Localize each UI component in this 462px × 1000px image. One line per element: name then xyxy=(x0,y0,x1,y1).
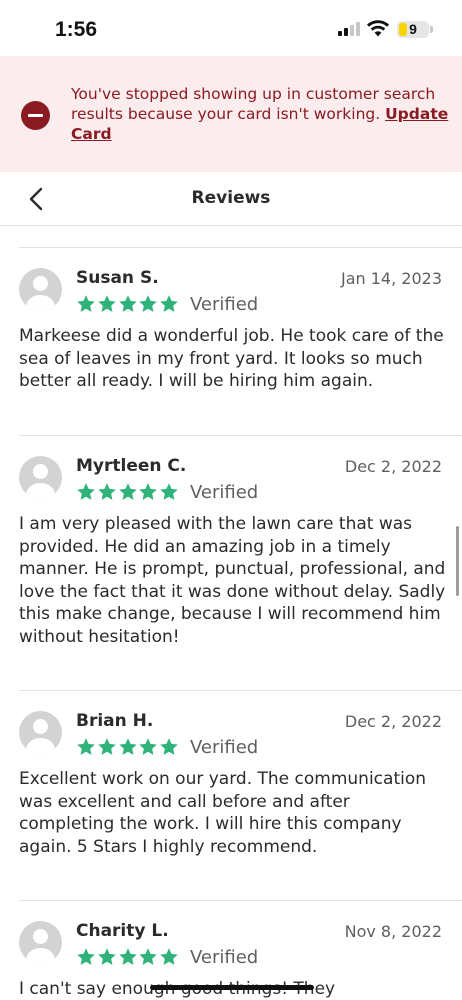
star-icon xyxy=(77,948,95,965)
signal-icon xyxy=(338,22,362,36)
star-icon xyxy=(98,295,116,312)
verified-label: Verified xyxy=(190,294,259,315)
scrollbar-thumb[interactable] xyxy=(456,526,459,596)
star-icon xyxy=(160,948,178,965)
star-icon xyxy=(77,483,95,500)
review-date: Nov 8, 2022 xyxy=(344,922,442,941)
star-icon xyxy=(118,483,137,500)
star-icon xyxy=(139,948,158,965)
verified-label: Verified xyxy=(190,737,259,758)
star-icon xyxy=(160,483,178,500)
avatar xyxy=(19,711,62,754)
reviewer-name: Susan S. xyxy=(76,268,159,288)
no-entry-icon xyxy=(21,101,50,130)
divider xyxy=(19,247,462,248)
divider xyxy=(19,690,462,691)
verified-label: Verified xyxy=(190,947,259,968)
review-date: Jan 14, 2023 xyxy=(341,269,442,288)
star-icon xyxy=(77,738,95,755)
verified-label: Verified xyxy=(190,482,259,503)
home-indicator[interactable] xyxy=(150,985,314,990)
battery-icon: 9 xyxy=(397,21,429,38)
review-date: Dec 2, 2022 xyxy=(344,457,442,476)
status-time: 1:56 xyxy=(55,18,98,41)
star-icon xyxy=(77,295,95,312)
reviewer-name: Myrtleen C. xyxy=(76,456,187,476)
wifi-icon xyxy=(367,20,389,37)
star-rating xyxy=(76,737,180,759)
star-icon xyxy=(139,738,158,755)
reviewer-name: Charity L. xyxy=(76,921,169,941)
review-text: Markeese did a wonderful job. He took ca… xyxy=(19,326,444,391)
review-date: Dec 2, 2022 xyxy=(344,712,442,731)
nav-bar: Reviews xyxy=(0,172,462,226)
star-icon xyxy=(160,738,178,755)
star-rating xyxy=(76,294,180,316)
star-rating xyxy=(76,482,180,504)
divider xyxy=(19,435,462,436)
star-icon xyxy=(118,295,137,312)
page-title: Reviews xyxy=(191,188,271,208)
status-bar: 1:56 9 xyxy=(0,0,462,56)
avatar xyxy=(19,268,62,311)
battery-level: 9 xyxy=(409,21,417,37)
avatar xyxy=(19,456,62,499)
star-icon xyxy=(118,738,137,755)
star-icon xyxy=(139,483,158,500)
avatar xyxy=(19,921,62,964)
star-icon xyxy=(160,295,178,312)
star-icon xyxy=(139,295,158,312)
star-icon xyxy=(98,948,116,965)
star-icon xyxy=(98,738,116,755)
star-icon xyxy=(118,948,137,965)
divider xyxy=(19,900,462,901)
reviewer-name: Brian H. xyxy=(76,711,154,731)
alert-message: You've stopped showing up in customer se… xyxy=(71,84,451,144)
alert-message-text: You've stopped showing up in customer se… xyxy=(71,85,436,123)
star-icon xyxy=(98,483,116,500)
review-text: I am very pleased with the lawn care tha… xyxy=(19,514,446,647)
review-text: Excellent work on our yard. The communic… xyxy=(19,769,427,857)
star-rating xyxy=(76,947,180,969)
